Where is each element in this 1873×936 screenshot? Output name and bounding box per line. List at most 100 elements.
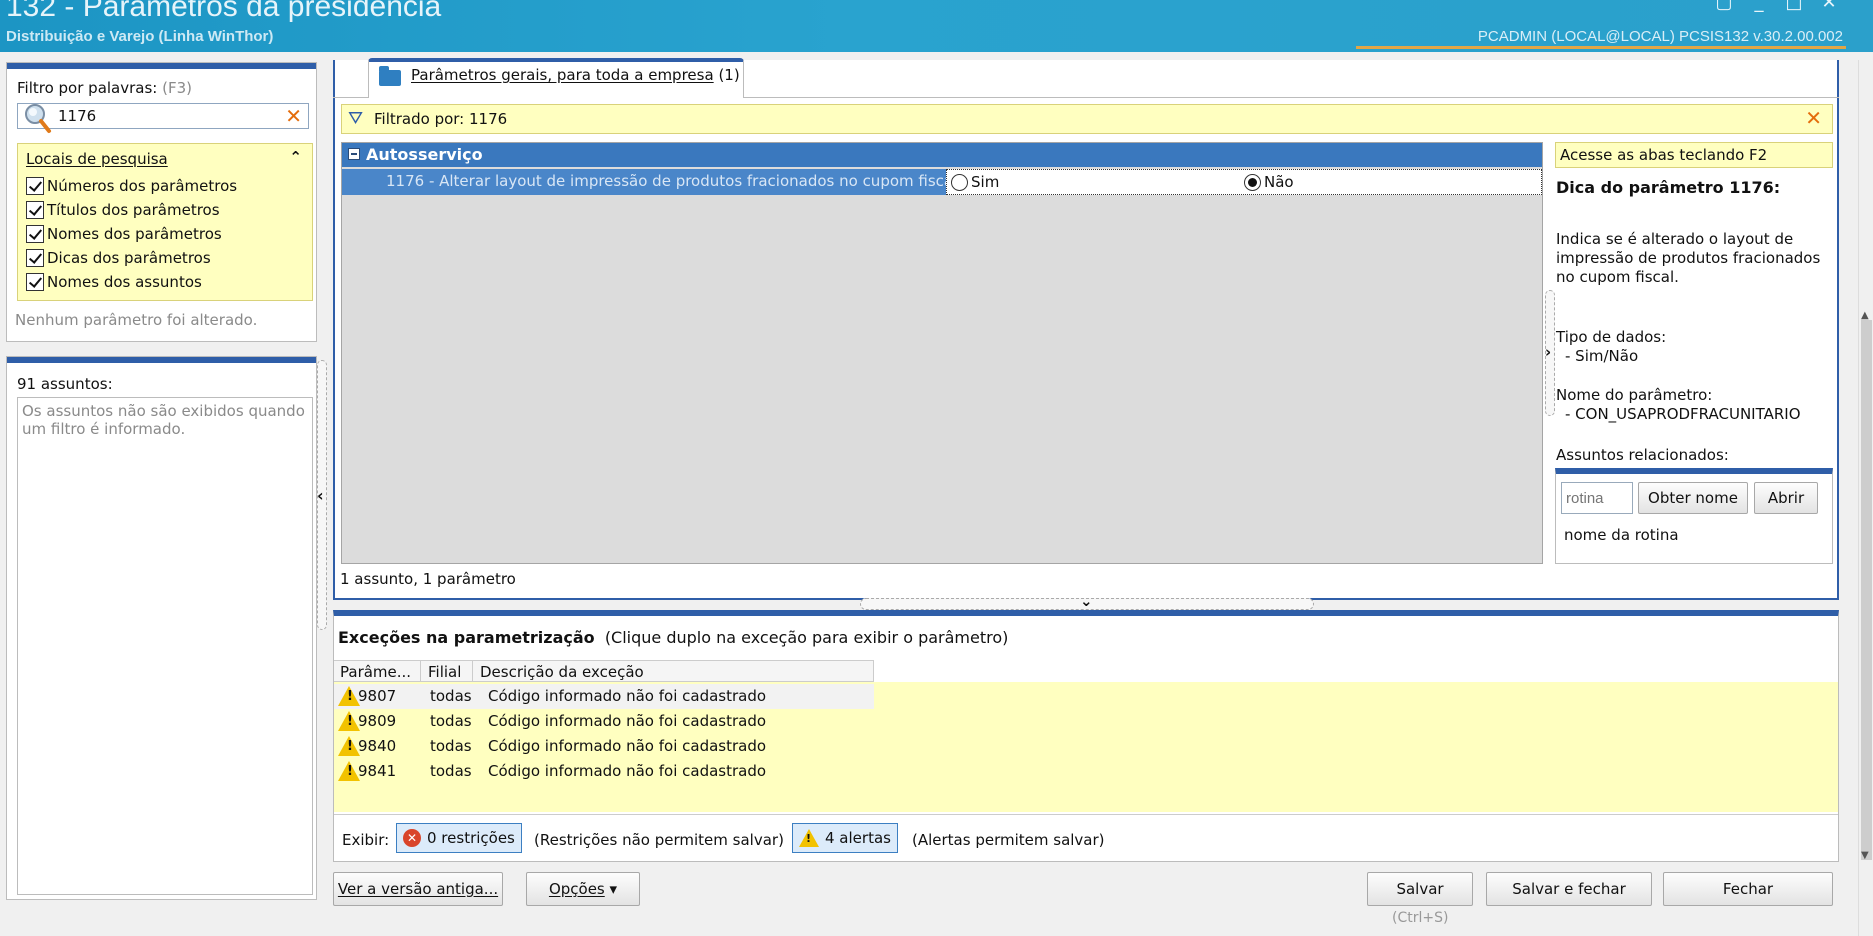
row-param: 9807 (358, 687, 397, 705)
title-bar: 132 - Parâmetros da presidência Distribu… (0, 0, 1873, 52)
user-info: PCADMIN (LOCAL@LOCAL) PCSIS132 v.30.2.00… (1477, 28, 1843, 45)
tip-type-value: - Sim/Não (1565, 347, 1639, 365)
restore-icon[interactable]: ▢ (1710, 0, 1738, 12)
table-row[interactable]: ! 9809 todas Código informado não foi ca… (334, 709, 874, 734)
maximize-icon[interactable]: □ (1780, 0, 1808, 12)
get-name-button[interactable]: Obter nome (1638, 482, 1748, 514)
parameter-row-1176[interactable]: 1176 - Alterar layout de impressão de pr… (342, 169, 1542, 195)
row-filial: todas (430, 687, 472, 705)
restrictions-note: (Restrições não permitem salvar) (534, 831, 784, 849)
warning-mark: ! (347, 689, 353, 704)
radio-label: Não (1264, 173, 1294, 191)
related-subjects-box: Obter nome Abrir nome da rotina (1555, 468, 1833, 564)
alerts-note: (Alertas permitem salvar) (912, 831, 1105, 849)
tip-header: Acesse as abas teclando F2 (1555, 142, 1833, 168)
search-locations-title[interactable]: Locais de pesquisa (26, 150, 168, 168)
scrollbar-thumb[interactable] (1861, 320, 1872, 860)
chevron-left-icon[interactable]: ‹ (317, 486, 324, 505)
clear-filter-icon[interactable]: ✕ (1805, 106, 1822, 130)
filter-label-text: Filtro por palavras: (17, 79, 158, 97)
tip-name-value: - CON_USAPRODFRACUNITARIO (1565, 405, 1801, 423)
checkbox-icon (26, 177, 44, 195)
checkbox-label: Nomes dos assuntos (47, 273, 202, 291)
clear-search-icon[interactable]: ✕ (285, 104, 302, 128)
parameter-options: Sim Não (946, 169, 1542, 195)
checkbox-titulos[interactable]: Títulos dos parâmetros (26, 200, 220, 220)
open-button[interactable]: Abrir (1754, 482, 1818, 514)
dropdown-arrow-icon: ▾ (609, 880, 618, 898)
warning-icon: ! (799, 829, 819, 847)
parameter-label-cell: 1176 - Alterar layout de impressão de pr… (342, 169, 957, 195)
checkbox-assuntos[interactable]: Nomes dos assuntos (26, 272, 202, 292)
subjects-message: Os assuntos não são exibidos quando um f… (22, 402, 305, 438)
warning-mark: ! (347, 714, 353, 729)
table-row[interactable]: ! 9840 todas Código informado não foi ca… (334, 734, 874, 759)
scroll-down-icon[interactable]: ▼ (1861, 850, 1869, 861)
chevron-right-icon[interactable]: › (1545, 343, 1551, 361)
app-title: 132 - Parâmetros da presidência (6, 0, 442, 23)
filter-shortcut-hint: (F3) (162, 79, 193, 97)
subjects-panel: 91 assuntos: Os assuntos não são exibido… (6, 356, 317, 900)
collapse-group-icon[interactable] (348, 148, 360, 160)
group-row-autosservico[interactable]: Autosserviço (342, 143, 1542, 167)
alerts-label: 4 alertas (825, 829, 891, 847)
collapse-icon[interactable]: ⌃ (289, 148, 302, 166)
radio-label: Sim (971, 173, 1000, 191)
vertical-scrollbar[interactable]: ▲ ▼ (1858, 60, 1873, 936)
funnel-icon: ⛛ (348, 108, 364, 129)
checkbox-numeros[interactable]: Números dos parâmetros (26, 176, 237, 196)
app-subtitle: Distribuição e Varejo (Linha WinThor) (6, 28, 274, 45)
filter-indicator-bar: ⛛ Filtrado por: 1176 ✕ (341, 104, 1833, 134)
search-locations-box: Locais de pesquisa ⌃ Números dos parâmet… (17, 143, 313, 301)
tip-related-label: Assuntos relacionados: (1556, 446, 1729, 464)
restrictions-toggle-button[interactable]: ✕ 0 restrições (396, 823, 522, 853)
old-version-button[interactable]: Ver a versão antiga... (333, 872, 503, 906)
options-button[interactable]: Opções ▾ (526, 872, 640, 906)
tab-general-parameters[interactable]: Parâmetros gerais, para toda a empresa (… (368, 58, 744, 98)
alerts-toggle-button[interactable]: ! 4 alertas (792, 823, 898, 853)
exceptions-table-header: Parâme... Filial Descrição da exceção (334, 660, 874, 683)
checkbox-icon (26, 273, 44, 291)
column-header-param[interactable]: Parâme... (340, 663, 411, 681)
checkbox-nomes[interactable]: Nomes dos parâmetros (26, 224, 222, 244)
checkbox-icon (26, 201, 44, 219)
row-description: Código informado não foi cadastrado (488, 712, 767, 730)
tip-header-text: Acesse as abas teclando F2 (1560, 146, 1768, 164)
table-row[interactable]: ! 9807 todas Código informado não foi ca… (334, 684, 874, 709)
checkbox-label: Títulos dos parâmetros (47, 201, 220, 219)
table-row[interactable]: ! 9841 todas Código informado não foi ca… (334, 759, 874, 784)
rotina-input[interactable] (1561, 482, 1633, 514)
checkbox-dicas[interactable]: Dicas dos parâmetros (26, 248, 211, 268)
exceptions-title-text: Exceções na parametrização (338, 628, 595, 647)
column-separator (420, 661, 421, 683)
exceptions-title: Exceções na parametrização (Clique duplo… (338, 628, 1008, 647)
column-header-filial[interactable]: Filial (428, 663, 461, 681)
tip-title: Dica do parâmetro 1176: (1556, 178, 1781, 197)
row-description: Código informado não foi cadastrado (488, 687, 767, 705)
radio-sim[interactable]: Sim (951, 173, 999, 191)
tab-count: (1) (718, 66, 740, 84)
tip-description-line: no cupom fiscal. (1556, 268, 1679, 286)
tip-name-label: Nome do parâmetro: (1556, 386, 1713, 404)
radio-nao[interactable]: Não (1244, 173, 1294, 191)
search-input[interactable]: 1176 ✕ (17, 103, 309, 133)
column-header-description[interactable]: Descrição da exceção (480, 663, 644, 681)
save-button[interactable]: Salvar (1367, 872, 1473, 906)
error-icon: ✕ (403, 829, 421, 847)
close-icon[interactable]: ✕ (1815, 0, 1843, 12)
chevron-down-icon[interactable]: ⌄ (1080, 592, 1093, 610)
row-filial: todas (430, 737, 472, 755)
radio-selected-icon (1244, 173, 1261, 191)
save-and-close-button[interactable]: Salvar e fechar (1486, 872, 1652, 906)
filter-panel-bar (7, 63, 316, 69)
parameter-label: 1176 - Alterar layout de impressão de pr… (386, 172, 958, 190)
row-filial: todas (430, 712, 472, 730)
minimize-icon[interactable]: _ (1745, 0, 1773, 12)
filter-label: Filtro por palavras: (F3) (17, 79, 192, 97)
change-status: Nenhum parâmetro foi alterado. (15, 311, 258, 329)
subjects-list[interactable]: Os assuntos não são exibidos quando um f… (17, 397, 313, 895)
save-shortcut-hint: (Ctrl+S) (1392, 910, 1449, 926)
close-button[interactable]: Fechar (1663, 872, 1833, 906)
filter-indicator-text: Filtrado por: 1176 (374, 110, 508, 128)
warning-mark: ! (347, 739, 353, 754)
